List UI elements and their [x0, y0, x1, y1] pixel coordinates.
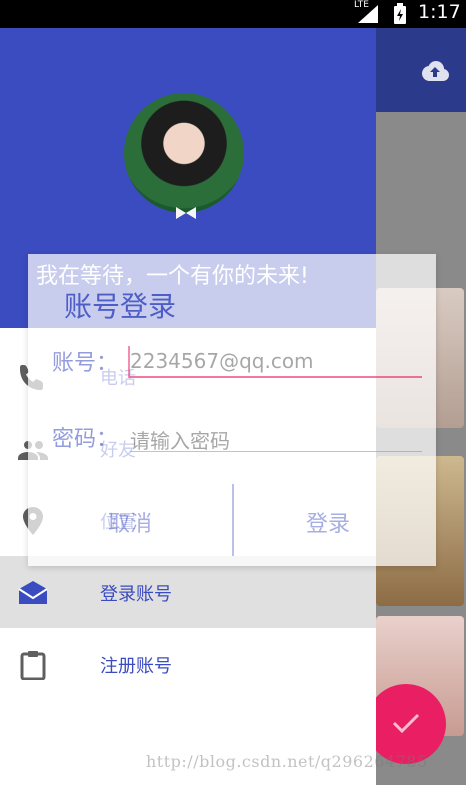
account-input[interactable]: 2234567@qq.com: [130, 349, 314, 373]
button-divider: [232, 484, 234, 556]
menu-item-login-account[interactable]: 登录账号: [0, 556, 376, 628]
cloud-upload-icon[interactable]: [420, 58, 450, 82]
account-input-underline: [130, 376, 422, 378]
clipboard-icon: [20, 651, 46, 680]
password-label: 密码：: [52, 427, 119, 452]
menu-item-register-account[interactable]: 注册账号: [0, 628, 376, 700]
signal-icon: [358, 5, 378, 23]
dialog-title: 账号登录: [64, 290, 177, 323]
battery-charging-icon: [394, 3, 406, 24]
status-bar: LTE 1:17: [0, 0, 466, 28]
password-input-underline: [130, 451, 422, 452]
menu-label: 注册账号: [100, 656, 172, 677]
watermark: http://blog.csdn.net/q296264785: [146, 752, 428, 771]
clock: 1:17: [418, 1, 461, 23]
account-label: 账号：: [52, 351, 119, 376]
avatar-bow-detail: [176, 207, 196, 219]
cancel-button[interactable]: 取消: [108, 506, 152, 538]
menu-label: 登录账号: [100, 584, 172, 605]
password-input[interactable]: 请输入密码: [130, 425, 230, 454]
check-icon: [392, 713, 420, 734]
login-button[interactable]: 登录: [306, 506, 350, 538]
avatar[interactable]: [124, 93, 244, 213]
mail-icon: [18, 581, 48, 604]
